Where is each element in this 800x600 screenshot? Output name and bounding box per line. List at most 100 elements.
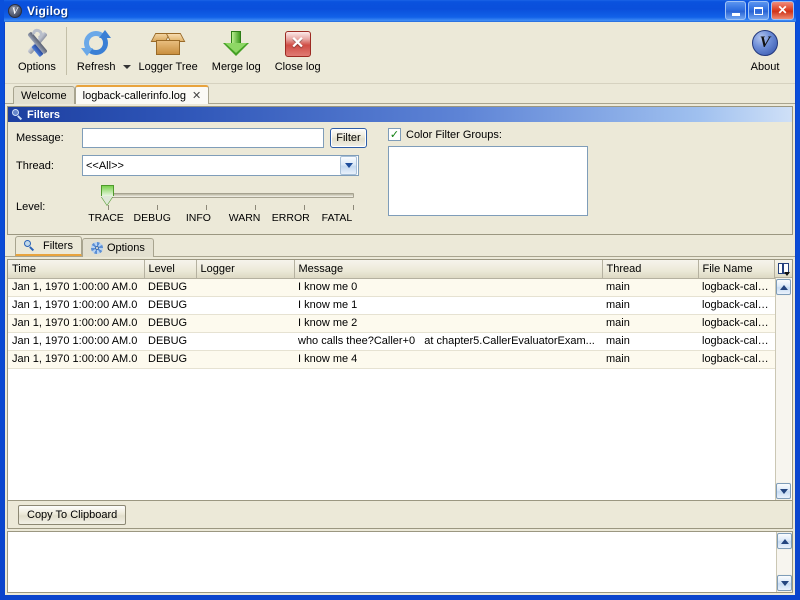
refresh-dropdown-caret-icon[interactable]: [123, 65, 131, 69]
column-header-file-name[interactable]: File Name: [698, 260, 775, 278]
color-filter-groups-list[interactable]: [388, 146, 588, 216]
close-window-button[interactable]: ✕: [771, 1, 794, 20]
open-box-icon: [152, 27, 184, 59]
level-filter-row: Level: TRACE D: [16, 183, 374, 229]
column-header-thread[interactable]: Thread: [602, 260, 698, 278]
filters-panel-header: Filters: [8, 107, 792, 122]
toolbar-button-refresh[interactable]: Refresh: [70, 25, 123, 73]
chevron-down-icon: [781, 581, 789, 586]
log-table-panel: Time Level Logger Message Thread File Na…: [7, 259, 793, 501]
column-header-message[interactable]: Message: [294, 260, 602, 278]
filter-button[interactable]: Filter: [330, 128, 367, 148]
thread-filter-select[interactable]: <<All>>: [82, 155, 359, 176]
toolbar-label-about: About: [751, 61, 780, 73]
filters-panel-body: Message: Filter Thread: <<All>>: [8, 122, 792, 234]
toolbar-button-options[interactable]: Options: [11, 25, 63, 73]
minimize-button[interactable]: [725, 1, 746, 20]
cell-logger: [196, 314, 294, 332]
cell-logger: [196, 350, 294, 368]
refresh-circular-arrows-icon: [81, 27, 111, 59]
cell-file-name: logback-calle...: [698, 314, 775, 332]
toolbar-button-about[interactable]: V About: [743, 25, 787, 73]
level-slider[interactable]: TRACE DEBUG INFO WARN ERROR FATAL: [84, 183, 354, 229]
maximize-button[interactable]: [748, 1, 769, 20]
toolbar-button-close-log[interactable]: ✕ Close log: [268, 25, 328, 73]
cell-file-name: logback-calle...: [698, 332, 775, 350]
scroll-up-button[interactable]: [776, 279, 791, 295]
document-tab-logfile[interactable]: logback-callerinfo.log ✕: [75, 85, 210, 104]
detail-scroll-up-button[interactable]: [777, 533, 792, 549]
detail-scroll-down-button[interactable]: [777, 575, 792, 591]
level-slider-labels: TRACE DEBUG INFO WARN ERROR FATAL: [84, 212, 359, 224]
cell-time: Jan 1, 1970 1:00:00 AM.0: [8, 350, 144, 368]
column-header-logger[interactable]: Logger: [196, 260, 294, 278]
scroll-down-button[interactable]: [776, 483, 791, 499]
level-tick-info: INFO: [176, 212, 220, 224]
table-row[interactable]: Jan 1, 1970 1:00:00 AM.0 DEBUG I know me…: [8, 296, 775, 314]
toolbar-button-logger-tree[interactable]: Logger Tree: [131, 25, 204, 73]
maximize-icon: [754, 7, 763, 15]
toolbar-button-merge-log[interactable]: Merge log: [205, 25, 268, 73]
detail-scroll-track[interactable]: [777, 550, 792, 574]
close-icon: ✕: [777, 5, 787, 16]
cell-thread: main: [602, 332, 698, 350]
thread-filter-row: Thread: <<All>>: [16, 155, 374, 176]
cell-file-name: logback-calle...: [698, 296, 775, 314]
toolbar-label-merge-log: Merge log: [212, 61, 261, 73]
level-tick-warn: WARN: [223, 212, 267, 224]
scroll-track[interactable]: [776, 296, 791, 482]
toolbar-label-logger-tree: Logger Tree: [138, 61, 197, 73]
filters-left-column: Message: Filter Thread: <<All>>: [16, 128, 374, 226]
thread-filter-value: <<All>>: [86, 160, 124, 172]
table-row[interactable]: Jan 1, 1970 1:00:00 AM.0 DEBUG who calls…: [8, 332, 775, 350]
log-table-header-row: Time Level Logger Message Thread File Na…: [8, 260, 775, 278]
chevron-down-icon[interactable]: [340, 156, 357, 175]
message-label: Message:: [16, 132, 82, 144]
copy-to-clipboard-button[interactable]: Copy To Clipboard: [18, 505, 126, 525]
cell-message: I know me 4: [294, 350, 602, 368]
filters-panel-title: Filters: [27, 109, 60, 121]
cell-logger: [196, 278, 294, 296]
log-table-vertical-scrollbar[interactable]: [775, 278, 791, 500]
document-tab-welcome[interactable]: Welcome: [13, 86, 75, 104]
cell-thread: main: [602, 278, 698, 296]
color-filter-groups-checkbox[interactable]: ✓: [388, 128, 401, 141]
application-window: V Vigilog ✕: [0, 0, 800, 600]
column-chooser-button[interactable]: [775, 260, 792, 278]
table-row[interactable]: Jan 1, 1970 1:00:00 AM.0 DEBUG I know me…: [8, 314, 775, 332]
cell-level: DEBUG: [144, 314, 196, 332]
log-table-container: Time Level Logger Message Thread File Na…: [8, 260, 775, 500]
detail-text-area[interactable]: [8, 532, 776, 592]
toolbar-separator: [66, 27, 67, 75]
toolbar-label-refresh: Refresh: [77, 61, 116, 73]
message-filter-input[interactable]: [82, 128, 324, 148]
detail-panel: [7, 531, 793, 593]
message-filter-row: Message: Filter: [16, 128, 374, 148]
toolbar-label-options: Options: [18, 61, 56, 73]
window-controls: ✕: [725, 1, 794, 20]
level-slider-track[interactable]: [106, 193, 354, 198]
cell-logger: [196, 296, 294, 314]
green-down-arrow-icon: [221, 27, 251, 59]
cell-logger: [196, 332, 294, 350]
document-tab-close-icon[interactable]: ✕: [192, 89, 201, 102]
about-v-circle-icon: V: [752, 27, 778, 59]
tab-options[interactable]: Options: [82, 238, 154, 257]
cell-file-name: logback-calle...: [698, 278, 775, 296]
tab-options-label: Options: [107, 242, 145, 254]
table-row[interactable]: Jan 1, 1970 1:00:00 AM.0 DEBUG I know me…: [8, 350, 775, 368]
column-header-level[interactable]: Level: [144, 260, 196, 278]
table-row[interactable]: Jan 1, 1970 1:00:00 AM.0 DEBUG I know me…: [8, 278, 775, 296]
gear-icon: [91, 242, 103, 254]
detail-vertical-scrollbar[interactable]: [776, 532, 792, 592]
color-filter-groups-section: ✓ Color Filter Groups:: [388, 128, 588, 226]
tab-filters[interactable]: Filters: [15, 236, 82, 256]
chevron-down-icon: [780, 489, 788, 494]
column-chooser-icon: [778, 263, 789, 274]
cell-level: DEBUG: [144, 278, 196, 296]
tab-filters-label: Filters: [43, 240, 73, 252]
column-header-time[interactable]: Time: [8, 260, 144, 278]
wrench-screwdriver-icon: [22, 27, 52, 59]
level-slider-thumb[interactable]: [101, 185, 114, 205]
cell-message: I know me 2: [294, 314, 602, 332]
